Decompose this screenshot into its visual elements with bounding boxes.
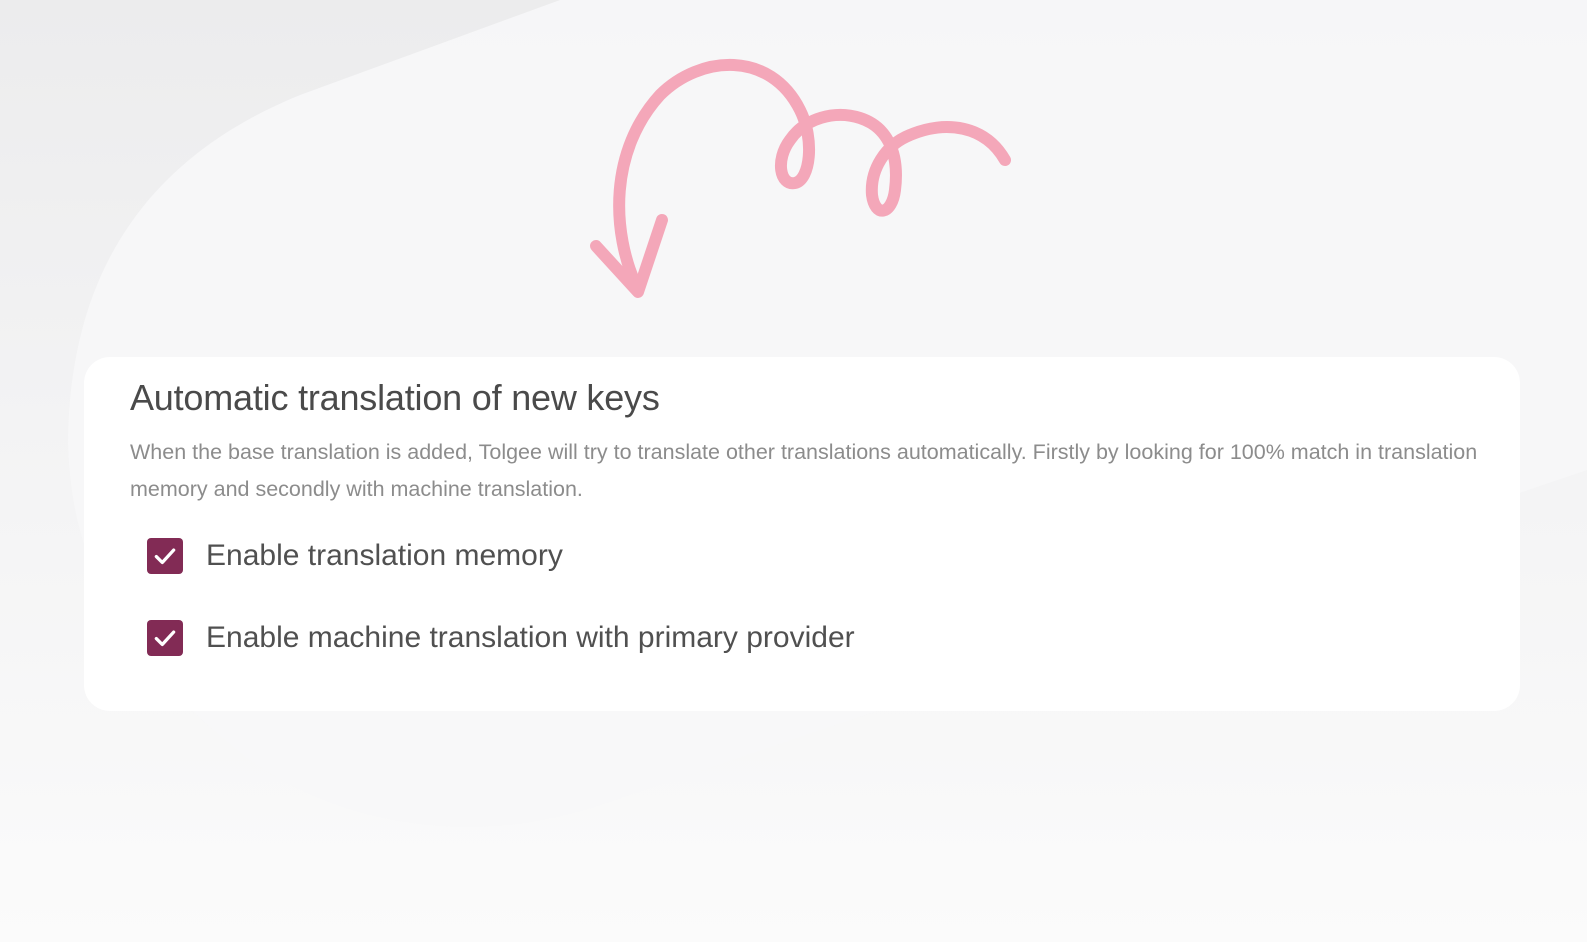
enable-translation-memory-checkbox[interactable] <box>147 538 183 574</box>
enable-translation-memory-option[interactable]: Enable translation memory <box>147 534 1474 578</box>
auto-translation-settings-card: Automatic translation of new keys When t… <box>84 357 1520 711</box>
enable-machine-translation-label: Enable machine translation with primary … <box>206 621 855 654</box>
checkmark-icon <box>154 548 176 565</box>
enable-machine-translation-option[interactable]: Enable machine translation with primary … <box>147 616 1474 660</box>
settings-description: When the base translation is added, Tolg… <box>130 440 1478 501</box>
curly-arrow-icon <box>590 59 1011 298</box>
enable-machine-translation-checkbox[interactable] <box>147 620 183 656</box>
enable-translation-memory-label: Enable translation memory <box>206 539 563 572</box>
checkmark-icon <box>154 630 176 647</box>
settings-title: Automatic translation of new keys <box>130 377 660 418</box>
